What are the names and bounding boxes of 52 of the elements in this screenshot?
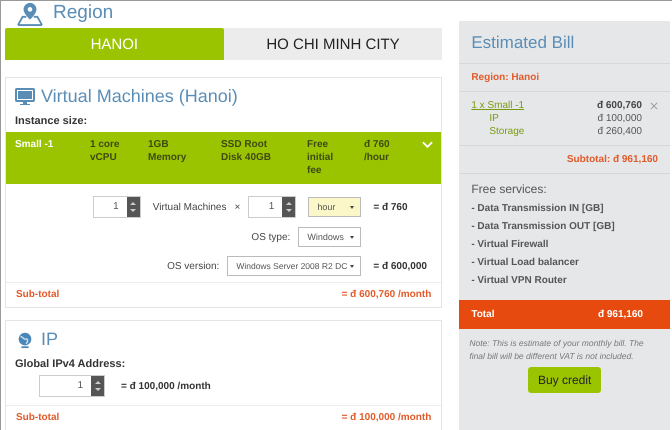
instance-spec: đ 760 /hour xyxy=(364,138,391,164)
os-type-dropdown[interactable]: Windows xyxy=(298,227,362,247)
os-version-dropdown[interactable]: Windows Server 2008 R2 DC xyxy=(227,256,362,276)
free-service-item: - Virtual Load balancer xyxy=(471,257,580,268)
bill-subtotal: Subtotal: đ 961,160 xyxy=(566,154,658,165)
price-result: = đ 100,000 /month xyxy=(121,380,211,392)
instance-spec: 1GB Memory xyxy=(148,138,188,164)
bill-item-amount: đ 100,000 xyxy=(598,113,642,124)
region-tab[interactable]: HO CHI MINH CITY xyxy=(224,28,442,60)
total-label: Total xyxy=(471,309,494,320)
bill-note: Note: This is estimate of your monthly bill. The final bill will be different VAT is not included. xyxy=(468,337,645,363)
bill-item-label: IP xyxy=(488,113,500,124)
subtotal-label: Sub-total xyxy=(16,289,60,300)
section-title: Virtual Machines (Hanoi) xyxy=(41,86,238,107)
bill-item-amount: đ 600,760 xyxy=(596,100,642,111)
field-label: OS type: xyxy=(251,232,290,242)
chevron-icon xyxy=(422,141,434,149)
free-service-item: - Virtual Firewall xyxy=(471,239,550,250)
free-service-item: - Virtual VPN Router xyxy=(471,275,568,286)
subtotal-value: = đ 100,000 /month xyxy=(342,412,432,423)
section-title: Region xyxy=(53,2,114,24)
field-label: Instance size: xyxy=(14,114,88,129)
bill-region: Region: Hanoi xyxy=(471,72,540,83)
number-field[interactable]: 1 xyxy=(248,196,296,218)
price-result: = đ 600,000 xyxy=(373,260,428,272)
instance-spec: SSD Root Disk 40GB xyxy=(221,138,272,164)
instance-row[interactable]: Small -1 1 core vCPU 1GB Memory SSD Root Disk 40GB Free initial fee đ 760 /hour xyxy=(6,132,442,184)
free-service-item: - Data Transmission IN [GB] xyxy=(471,203,605,214)
field-label: Virtual Machines xyxy=(152,202,226,212)
bill-title: Estimated Bill xyxy=(459,21,670,64)
subtotal-value: = đ 600,760 /month xyxy=(342,289,432,300)
total-value: đ 961,160 xyxy=(598,309,643,320)
subtotal-label: Sub-total xyxy=(16,412,60,423)
free-services-title: Free services: xyxy=(471,182,548,196)
times-sign: × xyxy=(234,202,240,212)
unit-dropdown[interactable]: hour xyxy=(308,197,362,217)
number-field[interactable]: 1 xyxy=(39,375,105,397)
number-field[interactable]: 1 xyxy=(92,196,141,218)
section-title: IP xyxy=(41,329,58,350)
instance-name: Small -1 xyxy=(15,138,54,151)
close-icon[interactable] xyxy=(650,102,658,110)
bill-item-label: Storage xyxy=(488,126,526,137)
map-pin-icon xyxy=(15,2,45,26)
instance-spec: Free initial fee xyxy=(307,138,334,177)
field-label: Global IPv4 Address: xyxy=(14,357,126,372)
monitor-icon xyxy=(15,88,35,106)
field-label: OS version: xyxy=(167,260,220,272)
buy-credit-button[interactable]: Buy credit xyxy=(528,367,602,393)
bill-item-amount: đ 260,400 xyxy=(598,126,642,137)
price-result: = đ 760 xyxy=(373,202,409,212)
instance-spec: 1 core vCPU xyxy=(90,138,120,164)
free-service-item: - Data Transmission OUT [GB] xyxy=(471,221,616,232)
